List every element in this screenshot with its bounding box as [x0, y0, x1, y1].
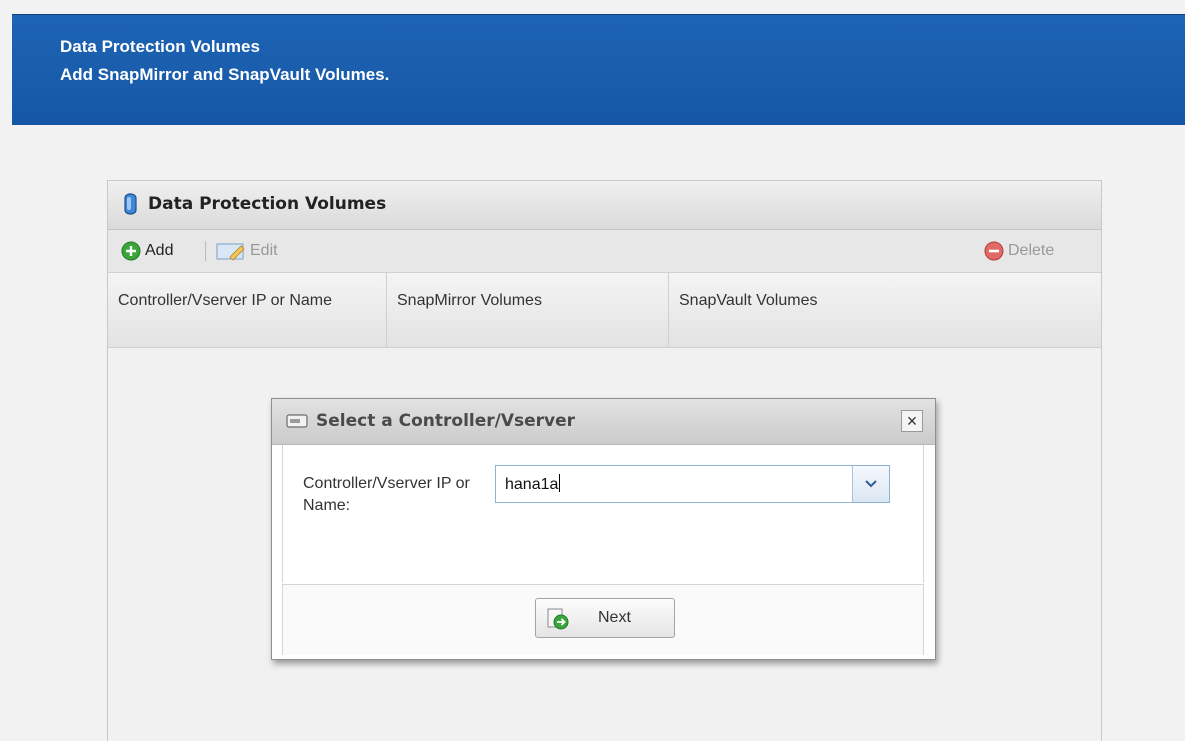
controller-field-label: Controller/Vserver IP or Name:	[303, 475, 470, 514]
panel-title: Data Protection Volumes	[148, 194, 387, 214]
next-button-label: Next	[598, 609, 631, 626]
page-title: Data Protection Volumes	[60, 37, 260, 56]
panel-title-bar: Data Protection Volumes	[108, 181, 1101, 230]
dialog-title-bar[interactable]: Select a Controller/Vserver ×	[272, 399, 935, 445]
edit-icon	[216, 243, 245, 261]
column-header-controller[interactable]: Controller/Vserver IP or Name	[108, 273, 387, 347]
text-caret	[559, 474, 561, 492]
dialog-footer: Next	[282, 584, 924, 655]
next-arrow-icon	[547, 608, 569, 630]
delete-button-label: Delete	[1008, 242, 1055, 259]
edit-button[interactable]: Edit	[216, 241, 278, 261]
edit-button-label: Edit	[250, 242, 278, 259]
controller-combobox[interactable]: hana1a	[495, 465, 890, 503]
chevron-down-icon	[865, 480, 877, 488]
panel-toolbar: Add Edit Delete	[108, 230, 1101, 273]
toolbar-separator	[205, 241, 206, 261]
dialog-title: Select a Controller/Vserver	[316, 411, 576, 431]
volumes-grid-header: Controller/Vserver IP or Name SnapMirror…	[108, 273, 1101, 348]
page-header: Data Protection Volumes Add SnapMirror a…	[12, 14, 1185, 125]
controller-input[interactable]: hana1a	[505, 474, 561, 494]
database-icon	[124, 193, 137, 215]
dialog-body: Controller/Vserver IP or Name: hana1a	[282, 445, 924, 583]
storage-controller-icon	[286, 414, 308, 428]
page-subtitle: Add SnapMirror and SnapVault Volumes.	[60, 65, 390, 84]
add-button-label: Add	[145, 242, 174, 259]
delete-button[interactable]: Delete	[984, 241, 1054, 261]
column-header-snapvault[interactable]: SnapVault Volumes	[669, 273, 1101, 347]
delete-circle-icon	[984, 241, 1004, 261]
add-button[interactable]: Add	[121, 241, 173, 261]
column-header-snapmirror[interactable]: SnapMirror Volumes	[387, 273, 669, 347]
add-circle-icon	[121, 241, 141, 261]
controller-input-value: hana1a	[505, 476, 559, 493]
next-button[interactable]: Next	[535, 598, 675, 638]
select-controller-dialog: Select a Controller/Vserver × Controller…	[271, 398, 936, 660]
close-icon[interactable]: ×	[901, 410, 923, 432]
combobox-dropdown-button[interactable]	[852, 466, 889, 502]
